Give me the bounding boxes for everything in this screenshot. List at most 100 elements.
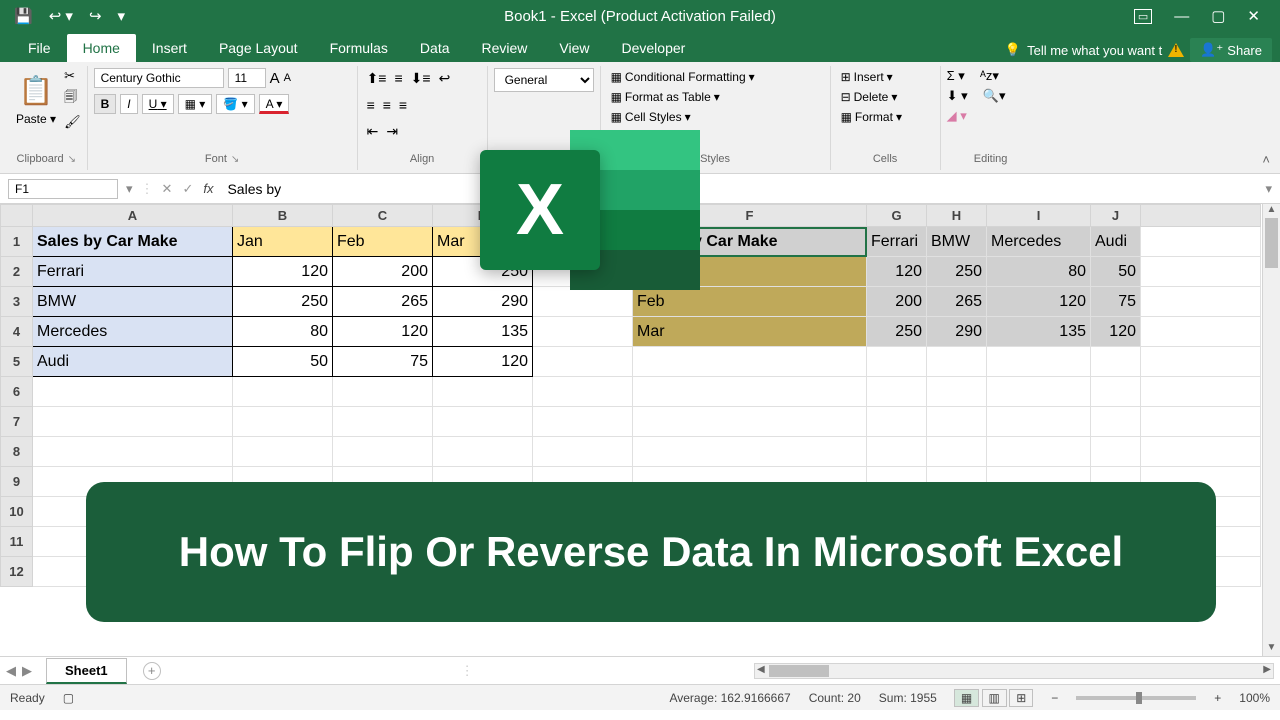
scroll-down-icon[interactable]: ▼ bbox=[1263, 642, 1280, 656]
row-header[interactable]: 9 bbox=[1, 467, 33, 497]
cell[interactable] bbox=[867, 437, 927, 467]
share-button[interactable]: 👤⁺ Share bbox=[1190, 38, 1272, 62]
cell[interactable] bbox=[867, 347, 927, 377]
cell[interactable] bbox=[233, 377, 333, 407]
tab-insert[interactable]: Insert bbox=[136, 34, 203, 62]
cell[interactable]: Ferrari bbox=[867, 227, 927, 257]
cell[interactable]: Jan bbox=[233, 227, 333, 257]
col-header[interactable]: H bbox=[927, 205, 987, 227]
insert-cells-button[interactable]: ⊞ Insert ▾ bbox=[837, 68, 897, 86]
cell[interactable] bbox=[927, 437, 987, 467]
tab-data[interactable]: Data bbox=[404, 34, 466, 62]
row-header[interactable]: 5 bbox=[1, 347, 33, 377]
cell[interactable] bbox=[533, 407, 633, 437]
align-right-icon[interactable]: ≡ bbox=[396, 95, 410, 115]
cell[interactable] bbox=[987, 377, 1091, 407]
tab-view[interactable]: View bbox=[543, 34, 605, 62]
scroll-thumb[interactable] bbox=[1265, 218, 1278, 268]
row-header[interactable]: 8 bbox=[1, 437, 33, 467]
cell[interactable] bbox=[333, 437, 433, 467]
cell[interactable]: 250 bbox=[867, 317, 927, 347]
cell[interactable]: Feb bbox=[333, 227, 433, 257]
cell[interactable]: Ferrari bbox=[33, 257, 233, 287]
cell[interactable]: 80 bbox=[233, 317, 333, 347]
format-cells-button[interactable]: ▦ Format ▾ bbox=[837, 108, 906, 126]
cell[interactable] bbox=[867, 407, 927, 437]
cell[interactable]: Audi bbox=[33, 347, 233, 377]
delete-cells-button[interactable]: ⊟ Delete ▾ bbox=[837, 88, 902, 106]
cell[interactable]: 265 bbox=[927, 287, 987, 317]
cell[interactable] bbox=[927, 407, 987, 437]
cell[interactable] bbox=[633, 437, 867, 467]
align-center-icon[interactable]: ≡ bbox=[380, 95, 394, 115]
launcher-icon[interactable]: ↘ bbox=[231, 154, 239, 165]
normal-view-icon[interactable]: ▦ bbox=[954, 689, 979, 707]
cell[interactable] bbox=[33, 377, 233, 407]
zoom-level[interactable]: 100% bbox=[1239, 691, 1270, 705]
sheet-tab[interactable]: Sheet1 bbox=[46, 658, 127, 684]
cell[interactable] bbox=[233, 407, 333, 437]
format-as-table-button[interactable]: ▦ Format as Table ▾ bbox=[607, 88, 724, 106]
cell[interactable] bbox=[1091, 377, 1141, 407]
collapse-ribbon-icon[interactable]: ˄ bbox=[1262, 152, 1270, 167]
new-sheet-icon[interactable]: + bbox=[143, 662, 161, 680]
italic-button[interactable]: I bbox=[120, 94, 137, 114]
cell[interactable]: 135 bbox=[987, 317, 1091, 347]
col-header[interactable]: A bbox=[33, 205, 233, 227]
save-icon[interactable]: 💾 bbox=[14, 7, 33, 25]
formula-input[interactable] bbox=[221, 179, 1257, 199]
cell[interactable]: BMW bbox=[33, 287, 233, 317]
row-header[interactable]: 10 bbox=[1, 497, 33, 527]
cell[interactable]: 120 bbox=[233, 257, 333, 287]
minimize-icon[interactable]: — bbox=[1174, 8, 1189, 25]
row-header[interactable]: 3 bbox=[1, 287, 33, 317]
cell[interactable] bbox=[633, 407, 867, 437]
horizontal-scrollbar[interactable]: ◀ ▶ bbox=[754, 663, 1274, 679]
launcher-icon[interactable]: ↘ bbox=[68, 154, 76, 165]
font-color-button[interactable]: A ▾ bbox=[259, 94, 290, 114]
enter-formula-icon[interactable]: ✓ bbox=[182, 181, 193, 197]
cell[interactable]: Mar bbox=[633, 317, 867, 347]
name-box-dropdown-icon[interactable]: ▾ bbox=[126, 181, 133, 197]
cell[interactable]: BMW bbox=[927, 227, 987, 257]
tab-scroll-right-icon[interactable]: ▶ bbox=[22, 663, 32, 679]
cell[interactable] bbox=[533, 317, 633, 347]
cell[interactable]: Sales by Car Make bbox=[33, 227, 233, 257]
ribbon-display-icon[interactable]: ▭ bbox=[1134, 9, 1152, 24]
cell[interactable]: 75 bbox=[1091, 287, 1141, 317]
expand-formula-icon[interactable]: ▾ bbox=[1265, 181, 1272, 197]
align-left-icon[interactable]: ≡ bbox=[364, 95, 378, 115]
font-name-input[interactable] bbox=[94, 68, 224, 88]
wrap-text-icon[interactable]: ↩ bbox=[436, 68, 454, 89]
cell[interactable] bbox=[433, 377, 533, 407]
cell[interactable] bbox=[927, 347, 987, 377]
scroll-right-icon[interactable]: ▶ bbox=[1263, 664, 1271, 675]
cut-icon[interactable]: ✂ bbox=[64, 68, 81, 84]
row-header[interactable]: 7 bbox=[1, 407, 33, 437]
vertical-scrollbar[interactable]: ▲ ▼ bbox=[1262, 204, 1280, 656]
hscroll-thumb[interactable] bbox=[769, 665, 829, 677]
tab-developer[interactable]: Developer bbox=[606, 34, 702, 62]
tab-scroll-left-icon[interactable]: ◀ bbox=[6, 663, 16, 679]
cell[interactable]: 120 bbox=[1091, 317, 1141, 347]
paste-button[interactable]: 📋 Paste ▾ bbox=[12, 68, 60, 128]
col-header[interactable]: B bbox=[233, 205, 333, 227]
row-header[interactable]: 2 bbox=[1, 257, 33, 287]
cell[interactable] bbox=[233, 437, 333, 467]
cell[interactable]: 75 bbox=[333, 347, 433, 377]
clear-icon[interactable]: ◢ ▾ bbox=[947, 108, 967, 124]
cell[interactable]: 120 bbox=[867, 257, 927, 287]
cell[interactable] bbox=[333, 407, 433, 437]
col-header[interactable]: I bbox=[987, 205, 1091, 227]
cell[interactable] bbox=[433, 407, 533, 437]
increase-indent-icon[interactable]: ⇥ bbox=[383, 121, 401, 142]
decrease-indent-icon[interactable]: ⇤ bbox=[364, 121, 382, 142]
cell[interactable]: 80 bbox=[987, 257, 1091, 287]
cell[interactable] bbox=[987, 347, 1091, 377]
align-bottom-icon[interactable]: ⬇≡ bbox=[408, 68, 434, 89]
zoom-in-icon[interactable]: + bbox=[1214, 691, 1221, 705]
qat-customize-icon[interactable]: ▾ bbox=[118, 7, 126, 25]
cell[interactable]: 290 bbox=[927, 317, 987, 347]
macro-record-icon[interactable]: ▢ bbox=[63, 691, 74, 705]
cell[interactable] bbox=[633, 377, 867, 407]
